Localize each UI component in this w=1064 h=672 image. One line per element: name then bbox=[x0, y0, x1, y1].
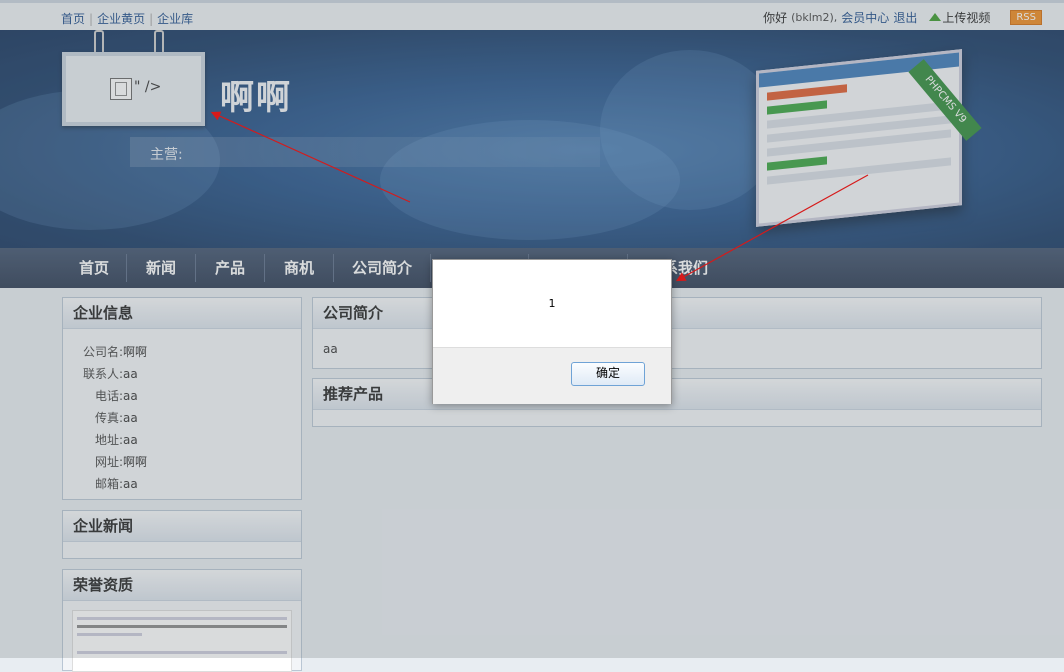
annotation-arrow bbox=[210, 111, 411, 203]
dialog-footer: 确定 bbox=[433, 347, 671, 404]
alert-dialog: 1 确定 bbox=[432, 259, 672, 404]
annotation-arrow bbox=[675, 174, 869, 282]
dialog-message: 1 bbox=[548, 297, 556, 310]
ok-button[interactable]: 确定 bbox=[571, 362, 645, 386]
